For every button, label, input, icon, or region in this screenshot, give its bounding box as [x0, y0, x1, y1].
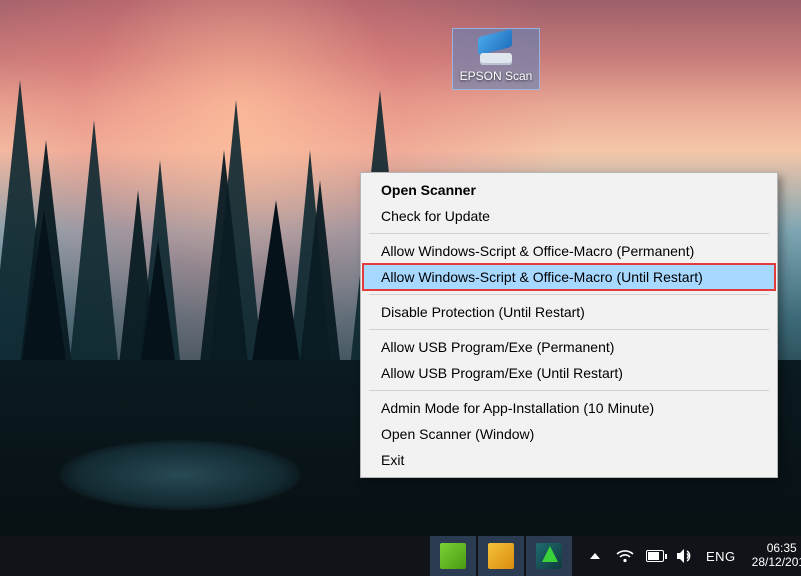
menu-allow-script-until-restart[interactable]: Allow Windows-Script & Office-Macro (Unt…	[363, 264, 775, 290]
menu-separator	[369, 390, 769, 391]
taskbar-app-2[interactable]	[478, 536, 524, 576]
menu-allow-usb-permanent[interactable]: Allow USB Program/Exe (Permanent)	[363, 334, 775, 360]
clock[interactable]: 06:35 28/12/2019	[748, 542, 801, 570]
menu-allow-script-permanent[interactable]: Allow Windows-Script & Office-Macro (Per…	[363, 238, 775, 264]
desktop-icon-label: EPSON Scan	[455, 69, 537, 83]
language-indicator[interactable]: ENG	[706, 549, 736, 564]
menu-separator	[369, 329, 769, 330]
menu-open-scanner[interactable]: Open Scanner	[363, 177, 775, 203]
menu-admin-mode[interactable]: Admin Mode for App-Installation (10 Minu…	[363, 395, 775, 421]
taskbar-apps	[0, 536, 572, 576]
scanner-icon	[477, 33, 515, 65]
taskbar-app-1[interactable]	[430, 536, 476, 576]
app-icon	[440, 543, 466, 569]
chevron-up-icon	[590, 553, 600, 559]
menu-disable-protection[interactable]: Disable Protection (Until Restart)	[363, 299, 775, 325]
menu-check-update[interactable]: Check for Update	[363, 203, 775, 229]
clock-date: 28/12/2019	[752, 556, 801, 570]
menu-open-scanner-window[interactable]: Open Scanner (Window)	[363, 421, 775, 447]
app-icon	[488, 543, 514, 569]
clock-time: 06:35	[752, 542, 801, 556]
menu-separator	[369, 294, 769, 295]
system-tray: ENG 06:35 28/12/2019 2	[572, 536, 801, 576]
wifi-icon[interactable]	[616, 547, 634, 565]
menu-exit[interactable]: Exit	[363, 447, 775, 473]
taskbar-app-3[interactable]	[526, 536, 572, 576]
volume-icon[interactable]	[676, 547, 694, 565]
menu-separator	[369, 233, 769, 234]
menu-allow-usb-until-restart[interactable]: Allow USB Program/Exe (Until Restart)	[363, 360, 775, 386]
app-icon	[536, 543, 562, 569]
desktop-icon-epson-scan[interactable]: EPSON Scan	[452, 28, 540, 90]
wallpaper-water	[60, 440, 300, 510]
tray-context-menu: Open Scanner Check for Update Allow Wind…	[360, 172, 778, 478]
tray-overflow-button[interactable]	[586, 547, 604, 565]
taskbar: ENG 06:35 28/12/2019 2	[0, 536, 801, 576]
battery-icon[interactable]	[646, 547, 664, 565]
